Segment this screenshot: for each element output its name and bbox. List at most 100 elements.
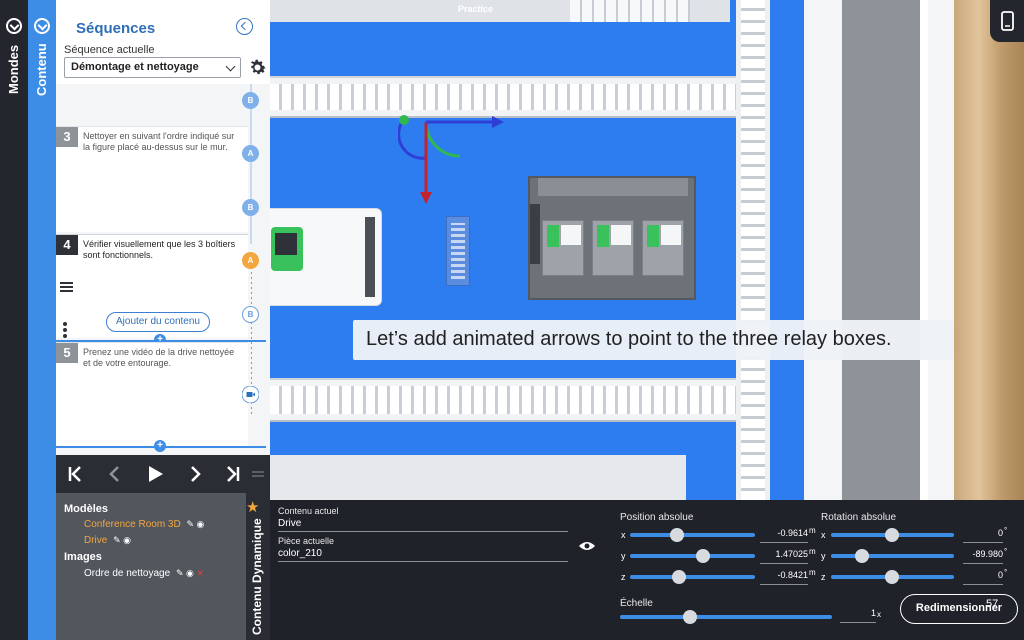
chevron-down-icon <box>225 61 236 72</box>
axis-y-label: y <box>621 551 626 561</box>
eye-icon[interactable] <box>578 540 596 552</box>
step-item[interactable]: 5 Prenez une vidéo de la drive nettoyée … <box>56 342 248 446</box>
rail-mondes[interactable]: Mondes <box>0 0 28 640</box>
position-x-value[interactable]: -0.9614 <box>760 528 808 543</box>
position-z-value[interactable]: -0.8421 <box>760 570 808 585</box>
small-module[interactable] <box>446 216 470 286</box>
tutorial-caption: Let’s add animated arrows to point to th… <box>353 320 954 360</box>
previous-step-icon[interactable] <box>104 463 126 485</box>
sequence-title: Séquences <box>76 20 156 37</box>
scale-unit: x <box>877 610 881 619</box>
rotation-label: Rotation absolue <box>821 512 897 523</box>
relay-boxes-group[interactable] <box>528 176 696 300</box>
resize-button[interactable]: Redimensionner <box>900 594 1018 624</box>
more-options-icon[interactable] <box>63 322 67 338</box>
relay-box-1[interactable] <box>542 220 584 276</box>
collapse-panel-icon[interactable] <box>236 18 253 35</box>
phone-icon <box>1001 11 1014 31</box>
model-name: Conference Room 3D <box>84 519 181 530</box>
current-sequence-label: Séquence actuelle <box>64 44 155 56</box>
rotation-y-unit: ° <box>1004 547 1008 556</box>
model-item[interactable]: Conference Room 3D ✎ ◉ <box>84 519 204 530</box>
current-piece-field[interactable]: color_210 <box>278 545 568 562</box>
rotation-x-value[interactable]: 0 <box>963 528 1003 543</box>
mobile-view-button[interactable] <box>990 0 1024 42</box>
image-item[interactable]: Ordre de nettoyage ✎ ◉ ✕ <box>84 568 204 579</box>
gear-icon[interactable] <box>247 57 268 78</box>
cabinet-frame <box>804 0 954 500</box>
step-node[interactable]: A <box>242 145 259 162</box>
contenu-toggle-icon[interactable] <box>34 18 50 34</box>
current-sequence-select[interactable]: Démontage et nettoyage <box>64 57 241 78</box>
step-text: Vérifier visuellement que les 3 boîtiers… <box>83 239 236 260</box>
play-icon[interactable] <box>144 463 166 485</box>
drag-handle-icon[interactable] <box>250 463 266 485</box>
axis-y-label: y <box>821 551 826 561</box>
current-sequence-value: Démontage et nettoyage <box>71 61 199 73</box>
scale-value[interactable]: 1 <box>840 608 876 623</box>
position-label: Position absolue <box>620 512 694 523</box>
image-name: Ordre de nettoyage <box>84 568 171 579</box>
rail-mondes-label: Mondes <box>6 44 21 94</box>
star-icon[interactable]: ★ <box>246 498 259 516</box>
transform-gizmo[interactable] <box>398 108 508 208</box>
step-item[interactable]: 3 Nettoyer en suivant l'ordre indiqué su… <box>56 126 248 232</box>
position-x-unit: m <box>809 526 816 535</box>
rail-contenu[interactable]: Contenu <box>28 0 56 640</box>
step-number: 4 <box>56 235 78 255</box>
step-list: B 3 Nettoyer en suivant l'ordre indiqué … <box>56 84 270 455</box>
step-node[interactable]: B <box>242 199 259 216</box>
scale-slider[interactable] <box>620 610 832 624</box>
video-icon[interactable] <box>242 386 259 403</box>
edit-visibility-icons[interactable]: ✎ ◉ <box>187 519 205 530</box>
images-header: Images <box>64 551 102 563</box>
rotation-z-slider[interactable] <box>831 570 954 584</box>
mondes-toggle-icon[interactable] <box>6 18 22 34</box>
properties-panel: Contenu actuel Drive Pièce actuelle colo… <box>270 500 1024 640</box>
edit-visibility-icons[interactable]: ✎ ◉ <box>113 535 131 546</box>
drive-device[interactable] <box>270 208 382 306</box>
position-z-slider[interactable] <box>630 570 755 584</box>
edit-visibility-delete-icons[interactable]: ✎ ◉ ✕ <box>176 568 204 579</box>
position-y-unit: m <box>809 547 816 556</box>
position-x-slider[interactable] <box>630 528 755 542</box>
axis-z-label: z <box>621 572 626 582</box>
step-number: 3 <box>56 127 78 147</box>
last-step-icon[interactable] <box>222 463 244 485</box>
first-step-icon[interactable] <box>64 463 86 485</box>
wall-texture <box>954 0 1024 500</box>
step-node-active[interactable]: A <box>242 252 259 269</box>
step-node[interactable]: B <box>242 92 259 109</box>
rotation-z-value[interactable]: 0 <box>963 570 1003 585</box>
bottom-plate <box>270 455 686 500</box>
insert-step-button[interactable]: + <box>154 440 166 452</box>
models-header: Modèles <box>64 503 109 515</box>
relay-box-3[interactable] <box>642 220 684 276</box>
playback-controls <box>56 455 270 493</box>
rotation-z-unit: ° <box>1004 568 1008 577</box>
step-text: Prenez une vidéo de la drive nettoyée et… <box>83 347 235 368</box>
scale-label: Échelle <box>620 598 653 609</box>
model-item[interactable]: Drive ✎ ◉ <box>84 535 131 546</box>
step-node[interactable]: B <box>242 306 259 323</box>
model-name: Drive <box>84 535 108 546</box>
rotation-x-slider[interactable] <box>831 528 954 542</box>
current-content-field[interactable]: Drive <box>278 515 568 532</box>
position-z-unit: m <box>809 568 816 577</box>
rotation-x-unit: ° <box>1004 526 1008 535</box>
fps-counter: 57 <box>986 598 999 610</box>
next-step-icon[interactable] <box>184 463 206 485</box>
step-text: Nettoyer en suivant l'ordre indiqué sur … <box>83 131 235 152</box>
rotation-y-value[interactable]: -89.980 <box>963 549 1003 564</box>
rail-contenu-label: Contenu <box>34 43 49 96</box>
relay-box-2[interactable] <box>592 220 634 276</box>
3d-viewport[interactable]: Practice Let’s add animated arrows to po… <box>270 0 1024 500</box>
top-terminal-blocks <box>570 0 690 22</box>
position-y-value[interactable]: 1.47025 <box>760 549 808 564</box>
step-number: 5 <box>56 343 78 363</box>
axis-x-label: x <box>621 530 626 540</box>
position-y-slider[interactable] <box>630 549 755 563</box>
rotation-y-slider[interactable] <box>831 549 954 563</box>
menu-icon[interactable] <box>60 282 73 292</box>
add-content-button[interactable]: Ajouter du contenu <box>106 312 210 332</box>
